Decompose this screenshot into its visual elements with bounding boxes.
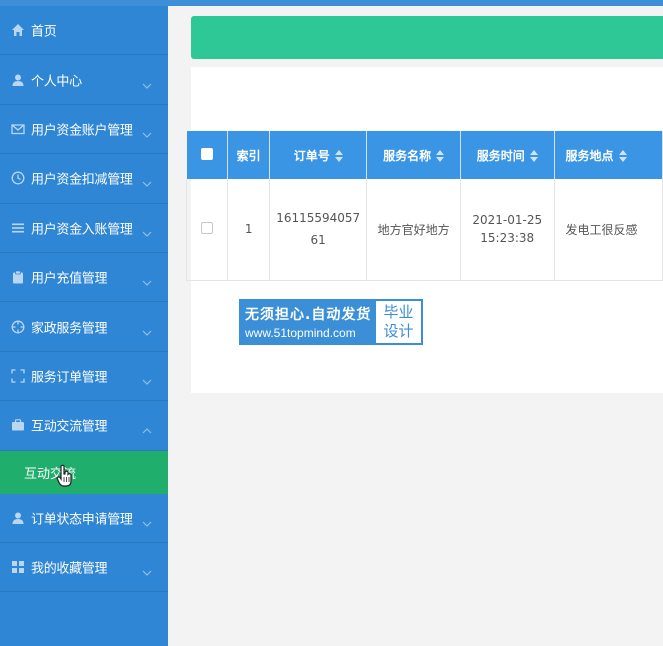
sidebar-item-fund-income[interactable]: 用户资金入账管理 [0, 204, 168, 253]
chevron-down-icon [142, 228, 152, 238]
hand-cursor-icon [56, 464, 74, 488]
chevron-down-icon [142, 80, 152, 90]
sidebar-item-label: 首页 [31, 24, 57, 40]
cell-service-place: 发电工很反感 [554, 179, 663, 281]
cell-service-name: 地方官好地方 [366, 179, 461, 281]
sidebar-item-label: 服务订单管理 [31, 370, 108, 386]
cell-order-no: 16115594057 61 [269, 179, 368, 281]
chevron-up-icon [142, 425, 152, 435]
row-checkbox-cell[interactable] [185, 179, 229, 281]
sidebar-item-housekeeping[interactable]: 家政服务管理 [0, 302, 168, 352]
sidebar-item-recharge[interactable]: 用户充值管理 [0, 253, 168, 303]
chevron-down-icon [142, 327, 152, 337]
chevron-down-icon [142, 518, 152, 528]
select-all-checkbox[interactable] [200, 147, 213, 160]
sidebar-item-label: 个人中心 [31, 74, 82, 90]
row-checkbox[interactable] [201, 221, 214, 234]
sidebar-item-label: 用户资金入账管理 [31, 222, 133, 238]
cell-index: 1 [227, 179, 271, 281]
sort-icon[interactable] [618, 150, 627, 162]
clock-icon [11, 171, 25, 185]
cell-service-time: 2021-01-25 15:23:38 [460, 179, 555, 281]
sidebar-subitem-interaction[interactable]: 互动交流 [0, 450, 168, 494]
header-banner [191, 16, 663, 59]
sidebar-item-label: 用户资金扣减管理 [31, 172, 133, 188]
column-header-service-place[interactable]: 服务地点 [554, 131, 663, 179]
chevron-down-icon [142, 277, 152, 287]
grid-icon [11, 560, 25, 574]
sidebar-item-label: 互动交流管理 [31, 419, 108, 435]
watermark-left: 无须担心.自动发货 www.51topmind.com [241, 301, 376, 343]
list-icon [11, 221, 25, 235]
data-table: 索引 订单号 服务名称 服务时间 服务地点 1 16115594057 61 地方… [185, 131, 663, 281]
sort-icon[interactable] [529, 150, 538, 162]
chevron-down-icon [142, 129, 152, 139]
sidebar-item-label: 家政服务管理 [31, 321, 108, 337]
home-icon [11, 23, 25, 37]
sidebar-item-personal-center[interactable]: 个人中心 [0, 55, 168, 105]
sidebar-item-order-status[interactable]: 订单状态申请管理 [0, 494, 168, 543]
select-all-cell[interactable] [186, 131, 229, 179]
sidebar-item-favorites[interactable]: 我的收藏管理 [0, 543, 168, 593]
column-header-index: 索引 [227, 131, 271, 179]
sidebar-item-fund-account[interactable]: 用户资金账户管理 [0, 105, 168, 155]
sidebar-item-label: 用户资金账户管理 [31, 123, 133, 139]
table-row[interactable]: 1 16115594057 61 地方官好地方 2021-01-25 15:23:3… [185, 179, 663, 281]
user-icon [11, 73, 25, 87]
sort-icon[interactable] [436, 150, 445, 162]
crosshair-icon [11, 320, 25, 334]
sidebar-item-interaction[interactable]: 互动交流管理 [0, 401, 168, 451]
column-header-order-no[interactable]: 订单号 [269, 131, 368, 179]
sidebar-item-label: 用户充值管理 [31, 271, 108, 287]
table-header-row: 索引 订单号 服务名称 服务时间 服务地点 [186, 131, 663, 179]
column-header-service-name[interactable]: 服务名称 [366, 131, 461, 179]
sidebar-item-label: 我的收藏管理 [31, 561, 108, 577]
briefcase-icon [11, 418, 25, 432]
user-icon [11, 511, 25, 525]
watermark-right: 毕业 设计 [383, 303, 414, 340]
watermark-overlay: 无须担心.自动发货 www.51topmind.com 毕业 设计 [239, 299, 423, 345]
sidebar-item-fund-deduction[interactable]: 用户资金扣减管理 [0, 154, 168, 204]
sidebar-item-service-orders[interactable]: 服务订单管理 [0, 352, 168, 402]
sidebar-item-label: 订单状态申请管理 [31, 512, 133, 528]
mail-icon [11, 122, 25, 136]
chevron-down-icon [142, 178, 152, 188]
sidebar: 首页 个人中心 用户资金账户管理 用户资金扣减管理 用户资金入账管理 用户充值管… [0, 6, 168, 646]
chevron-down-icon [142, 376, 152, 386]
chevron-down-icon [142, 567, 152, 577]
sidebar-item-home[interactable]: 首页 [0, 6, 168, 56]
column-header-service-time[interactable]: 服务时间 [460, 131, 555, 179]
clipboard-icon [11, 270, 25, 284]
scan-icon [11, 369, 25, 383]
sort-icon[interactable] [334, 150, 343, 162]
